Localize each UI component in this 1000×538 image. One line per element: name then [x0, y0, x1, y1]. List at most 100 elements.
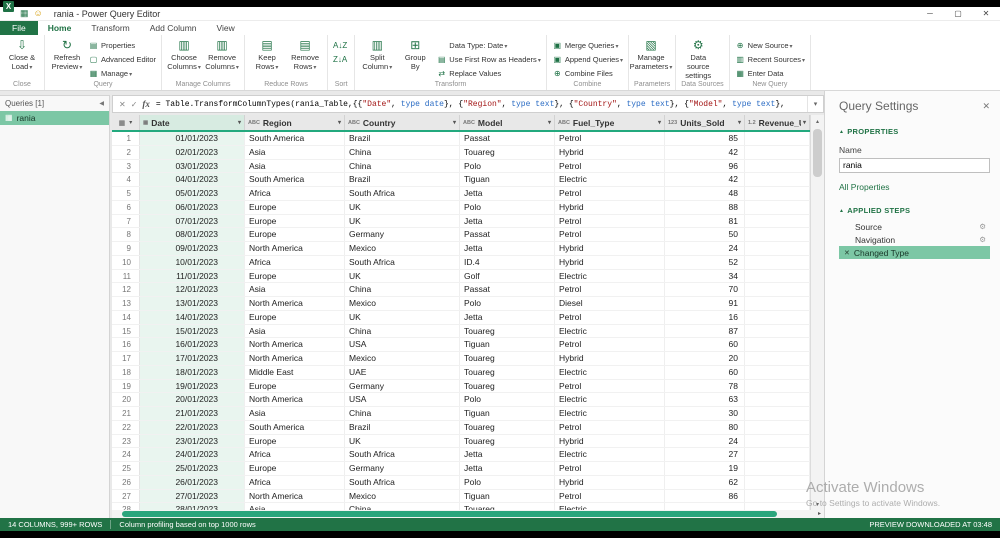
cell[interactable]: Jetta	[460, 214, 555, 228]
cell[interactable]: Europe	[245, 462, 345, 475]
cell[interactable]: 86	[665, 489, 745, 503]
row-number[interactable]: 13	[112, 297, 140, 310]
cell[interactable]: North America	[245, 489, 345, 503]
row-number[interactable]: 5	[112, 187, 140, 200]
cell[interactable]: Mexico	[345, 297, 460, 310]
close-and-load-button[interactable]: ⇩ Close & Load	[3, 37, 41, 72]
tab-file[interactable]: File	[0, 21, 38, 35]
cell[interactable]: UK	[345, 269, 460, 283]
scroll-down-icon[interactable]: ▾	[811, 498, 824, 510]
cell[interactable]: South America	[245, 420, 345, 434]
row-number[interactable]: 3	[112, 159, 140, 173]
cell[interactable]	[745, 365, 810, 379]
row-number[interactable]: 2	[112, 145, 140, 159]
cell[interactable]: 81	[665, 214, 745, 228]
cell[interactable]: Golf	[460, 269, 555, 283]
cell[interactable]: 14/01/2023	[140, 310, 245, 324]
cell[interactable]: Hybrid	[555, 352, 665, 365]
cell[interactable]	[745, 159, 810, 173]
cell[interactable]	[745, 255, 810, 269]
cell[interactable]: Petrol	[555, 379, 665, 393]
cell[interactable]: Touareg	[460, 434, 555, 448]
sort-ascending-button[interactable]: A↓Z	[333, 39, 349, 52]
cell[interactable]: China	[345, 159, 460, 173]
minimize-button[interactable]: ─	[916, 7, 944, 20]
row-number[interactable]: 27	[112, 489, 140, 503]
cell[interactable]	[745, 393, 810, 406]
cell[interactable]: Africa	[245, 255, 345, 269]
cell[interactable]: UAE	[345, 365, 460, 379]
cell[interactable]: Petrol	[555, 489, 665, 503]
cell[interactable]: 60	[665, 365, 745, 379]
cell[interactable]: Passat	[460, 228, 555, 241]
group-by-button[interactable]: ⊞ Group By	[396, 37, 434, 71]
cell[interactable]: Petrol	[555, 420, 665, 434]
cell[interactable]: North America	[245, 352, 345, 365]
cell[interactable]: 60	[665, 338, 745, 351]
scroll-up-icon[interactable]: ▴	[811, 115, 824, 127]
applied-step-changed-type[interactable]: ✕ Changed Type	[839, 246, 990, 259]
vertical-scrollbar[interactable]: ▴ ▾	[810, 115, 824, 510]
row-number[interactable]: 12	[112, 283, 140, 296]
query-name-input[interactable]	[839, 157, 990, 173]
cell[interactable]: 04/01/2023	[140, 173, 245, 186]
cell[interactable]: China	[345, 324, 460, 338]
new-source-button[interactable]: ⊕ New Source	[735, 39, 805, 52]
cell[interactable]: South Africa	[345, 475, 460, 489]
cell[interactable]: 42	[665, 145, 745, 159]
row-number[interactable]: 1	[112, 132, 140, 145]
row-number[interactable]: 16	[112, 338, 140, 351]
cell[interactable]: 13/01/2023	[140, 297, 245, 310]
cell[interactable]	[745, 434, 810, 448]
cell[interactable]: Asia	[245, 503, 345, 510]
row-number[interactable]: 20	[112, 393, 140, 406]
filter-dropdown-icon[interactable]: ▾	[336, 119, 341, 126]
cell[interactable]: Jetta	[460, 242, 555, 255]
cell[interactable]: Africa	[245, 448, 345, 461]
cell[interactable]: South Africa	[345, 187, 460, 200]
cell[interactable]: Touareg	[460, 365, 555, 379]
cell[interactable]	[745, 132, 810, 145]
cell[interactable]: Germany	[345, 228, 460, 241]
row-number[interactable]: 18	[112, 365, 140, 379]
row-number[interactable]: 7	[112, 214, 140, 228]
filter-dropdown-icon[interactable]: ▾	[451, 119, 456, 126]
cell[interactable]: Jetta	[460, 187, 555, 200]
cell[interactable]: 10/01/2023	[140, 255, 245, 269]
cell[interactable]: Polo	[460, 393, 555, 406]
cell[interactable]: Tiguan	[460, 407, 555, 420]
column-header-region[interactable]: ABC Region ▾	[245, 115, 345, 130]
cell[interactable]: Middle East	[245, 365, 345, 379]
cell[interactable]: Africa	[245, 475, 345, 489]
cell[interactable]: 07/01/2023	[140, 214, 245, 228]
row-number[interactable]: 17	[112, 352, 140, 365]
filter-dropdown-icon[interactable]: ▾	[236, 119, 241, 126]
row-number[interactable]: 19	[112, 379, 140, 393]
cell[interactable]: Tiguan	[460, 173, 555, 186]
filter-dropdown-icon[interactable]: ▾	[736, 119, 741, 126]
row-number[interactable]: 28	[112, 503, 140, 510]
cell[interactable]: 52	[665, 255, 745, 269]
cell[interactable]: 11/01/2023	[140, 269, 245, 283]
cell[interactable]: Touareg	[460, 503, 555, 510]
manage-parameters-button[interactable]: ▧ Manage Parameters	[630, 37, 673, 72]
cell[interactable]: 12/01/2023	[140, 283, 245, 296]
filter-dropdown-icon[interactable]: ▾	[546, 119, 551, 126]
cell[interactable]: China	[345, 145, 460, 159]
collapse-pane-icon[interactable]: ◀	[99, 100, 104, 107]
cell[interactable]: Brazil	[345, 420, 460, 434]
cell[interactable]: South America	[245, 132, 345, 145]
cell[interactable]	[745, 448, 810, 461]
cell[interactable]: 42	[665, 173, 745, 186]
cell[interactable]: Europe	[245, 269, 345, 283]
cell[interactable]	[745, 242, 810, 255]
cell[interactable]: Touareg	[460, 324, 555, 338]
row-number[interactable]: 21	[112, 407, 140, 420]
cell[interactable]: 03/01/2023	[140, 159, 245, 173]
cell[interactable]	[665, 503, 745, 510]
cell[interactable]: 24/01/2023	[140, 448, 245, 461]
cell[interactable]: Africa	[245, 187, 345, 200]
manage-button[interactable]: ▦ Manage	[88, 67, 156, 80]
use-first-row-as-headers-button[interactable]: ▤ Use First Row as Headers	[436, 53, 541, 66]
combine-files-button[interactable]: ⊕ Combine Files	[552, 67, 623, 80]
